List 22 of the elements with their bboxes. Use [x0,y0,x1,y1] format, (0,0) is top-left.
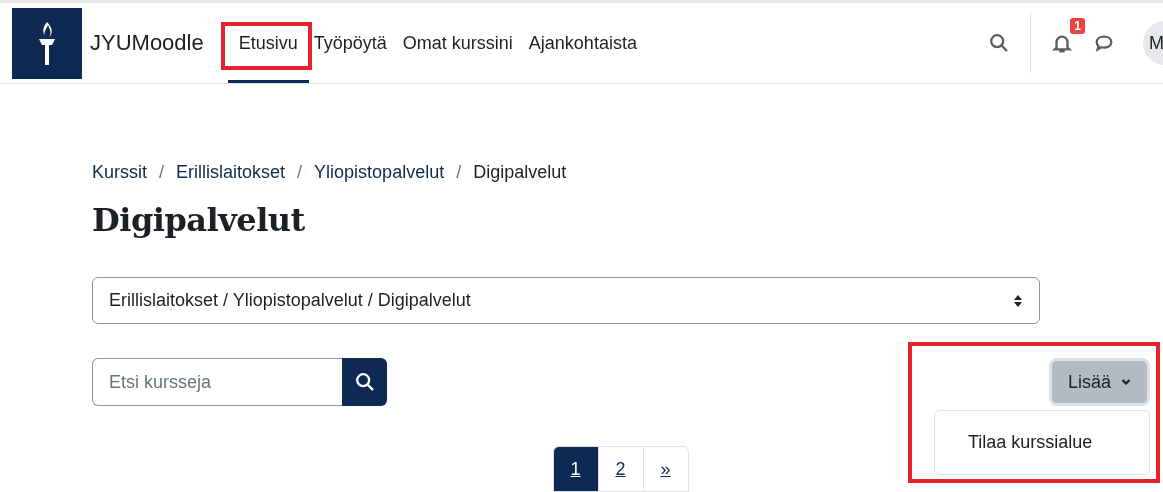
menu-item[interactable]: Tilaa kurssialue [935,419,1149,466]
category-select[interactable]: Erillislaitokset / Yliopistopalvelut / Digipalvelut [92,277,1040,324]
chevron-down-icon [1121,378,1131,386]
logo-icon[interactable] [12,7,82,79]
breadcrumb-current[interactable]: Digipalvelut [473,162,567,183]
more-button[interactable]: Lisää [1048,358,1150,406]
page-title: Digipalvelut [92,201,306,239]
breadcrumb-link[interactable]: Kurssit [92,162,147,183]
sort-caret-icon [1013,293,1023,308]
page-link[interactable]: 1 [552,446,599,492]
site-name[interactable]: JYUMoodle [90,30,204,56]
breadcrumb-link[interactable]: Yliopistopalvelut [314,162,445,183]
notification-badge: 1 [1070,18,1085,34]
user-avatar[interactable]: M [1143,21,1163,65]
course-search-field[interactable]: Etsi kursseja [92,358,342,406]
breadcrumb-separator: / [297,162,303,183]
breadcrumb-separator: / [456,162,462,183]
page-link[interactable]: » [642,446,689,492]
breadcrumb-link[interactable]: Erillislaitokset [176,162,286,183]
page-link[interactable]: 2 [597,446,644,492]
breadcrumb-separator: / [159,162,165,183]
search-icon [353,371,376,393]
